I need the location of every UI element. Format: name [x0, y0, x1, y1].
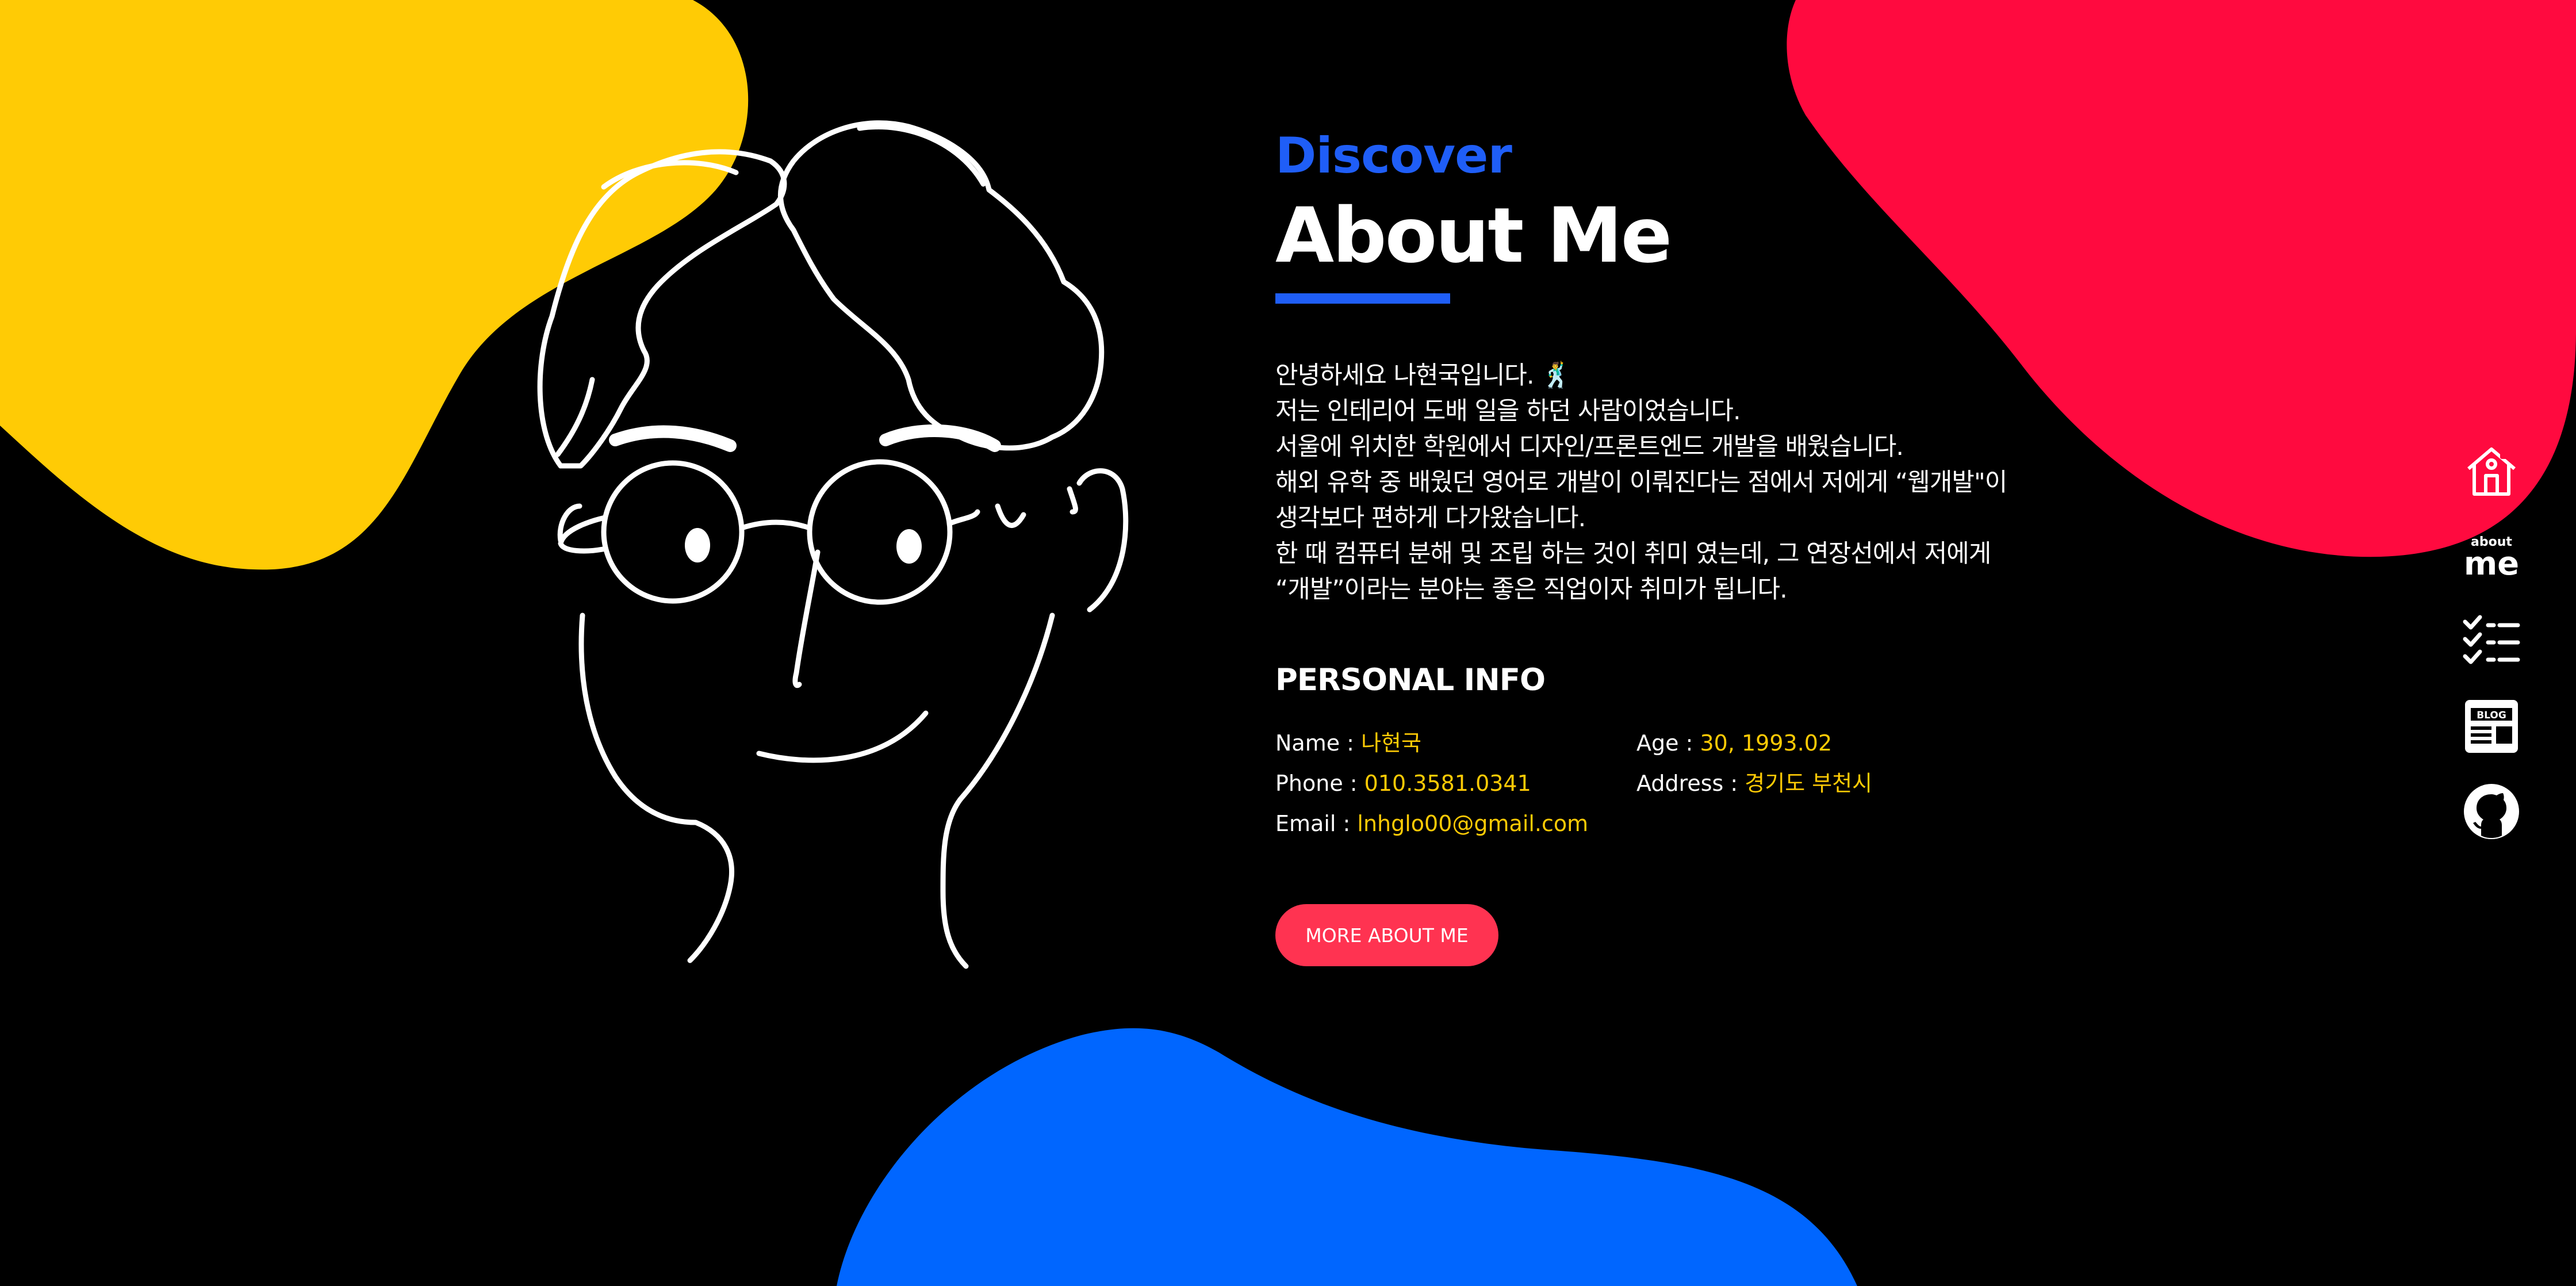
- github-icon: [2464, 784, 2519, 839]
- intro-line: 한 때 컴퓨터 분해 및 조립 하는 것이 취미 였는데, 그 연장선에서 저에…: [1275, 539, 1991, 568]
- intro-line: 생각보다 편하게 다가왔습니다.: [1275, 504, 1586, 533]
- intro-paragraph: 안녕하세요 나현국입니다. 🕺 저는 인테리어 도배 일을 하던 사람이었습니다…: [1275, 358, 2080, 607]
- info-phone: Phone : 010.3581.0341: [1275, 772, 1531, 794]
- glasses-bridge: [739, 519, 812, 531]
- hair-right: [778, 120, 1105, 451]
- nav-checklist[interactable]: [2460, 610, 2523, 673]
- nav-about-me[interactable]: about me: [2460, 525, 2523, 588]
- eye-right: [896, 529, 922, 564]
- info-age: Age : 30, 1993.02: [1636, 732, 1832, 754]
- portrait-illustration: [537, 120, 1129, 969]
- ear-right-cheek: [995, 503, 1026, 528]
- nav-about-big: me: [2464, 545, 2519, 579]
- nav-home[interactable]: [2460, 439, 2523, 503]
- home-icon: [2467, 445, 2516, 496]
- info-value: 나현국: [1361, 730, 1421, 756]
- info-label: Email :: [1275, 811, 1358, 836]
- intro-line: 저는 인테리어 도배 일을 하던 사람이었습니다.: [1275, 397, 1741, 426]
- about-me-icon: about me: [2464, 535, 2519, 579]
- eyebrow-right: [879, 424, 1001, 452]
- nav-github[interactable]: [2460, 780, 2523, 843]
- checklist-icon: [2463, 615, 2520, 664]
- more-about-me-button[interactable]: MORE ABOUT ME: [1275, 904, 1498, 966]
- title-underline: [1275, 293, 1450, 304]
- info-label: Phone :: [1275, 771, 1364, 796]
- glasses-arm-left: [558, 515, 608, 554]
- info-label: Name :: [1275, 730, 1362, 756]
- personal-info-grid: Name : 나현국 Age : 30, 1993.02 Phone : 010…: [1275, 732, 2080, 847]
- about-content: Discover About Me 안녕하세요 나현국입니다. 🕺 저는 인테리…: [1275, 131, 2080, 847]
- info-value[interactable]: lnhglo00@gmail.com: [1357, 811, 1588, 836]
- nose: [792, 549, 821, 688]
- blog-icon-text: BLOG: [2477, 710, 2506, 721]
- glasses-arm-right: [947, 509, 980, 526]
- intro-line: 서울에 위치한 학원에서 디자인/프론트엔드 개발을 배웠습니다.: [1275, 433, 1904, 461]
- glasses-lens-left: [601, 460, 745, 604]
- nav-blog[interactable]: BLOG: [2460, 695, 2523, 758]
- hair-left: [537, 149, 787, 469]
- eye-left: [685, 528, 710, 562]
- info-email: Email : lnhglo00@gmail.com: [1275, 813, 1588, 835]
- eyebrow-left: [609, 425, 737, 452]
- face-left: [578, 613, 734, 963]
- section-eyebrow: Discover: [1275, 127, 1512, 185]
- intro-line: 해외 유학 중 배웠던 영어로 개발이 이뤄진다는 점에서 저에게 “웹개발"이: [1275, 468, 2007, 497]
- intro-line: “개발”이라는 분야는 좋은 직업이자 취미가 됩니다.: [1275, 575, 1788, 604]
- info-value: 30, 1993.02: [1700, 730, 1833, 756]
- info-label: Address :: [1636, 771, 1745, 796]
- about-section: Discover About Me 안녕하세요 나현국입니다. 🕺 저는 인테리…: [0, 0, 2576, 1286]
- info-name: Name : 나현국: [1275, 732, 1421, 754]
- mouth: [756, 710, 929, 763]
- info-value: 경기도 부천시: [1745, 771, 1873, 796]
- ear-right-inner: [1067, 486, 1078, 515]
- intro-line: 안녕하세요 나현국입니다. 🕺: [1275, 361, 1572, 390]
- page-title: About Me: [1275, 192, 1672, 280]
- info-value: 010.3581.0341: [1364, 771, 1531, 796]
- info-label: Age :: [1636, 730, 1700, 756]
- face-right: [940, 613, 1055, 969]
- blue-blob: [837, 1028, 1857, 1286]
- blog-icon: BLOG: [2465, 700, 2518, 753]
- ear-right: [1076, 468, 1129, 613]
- info-address: Address : 경기도 부천시: [1636, 772, 1872, 794]
- personal-info-heading: PERSONAL INFO: [1275, 663, 1546, 698]
- hair-left-inner: [555, 377, 595, 457]
- glasses-lens-right: [807, 459, 953, 605]
